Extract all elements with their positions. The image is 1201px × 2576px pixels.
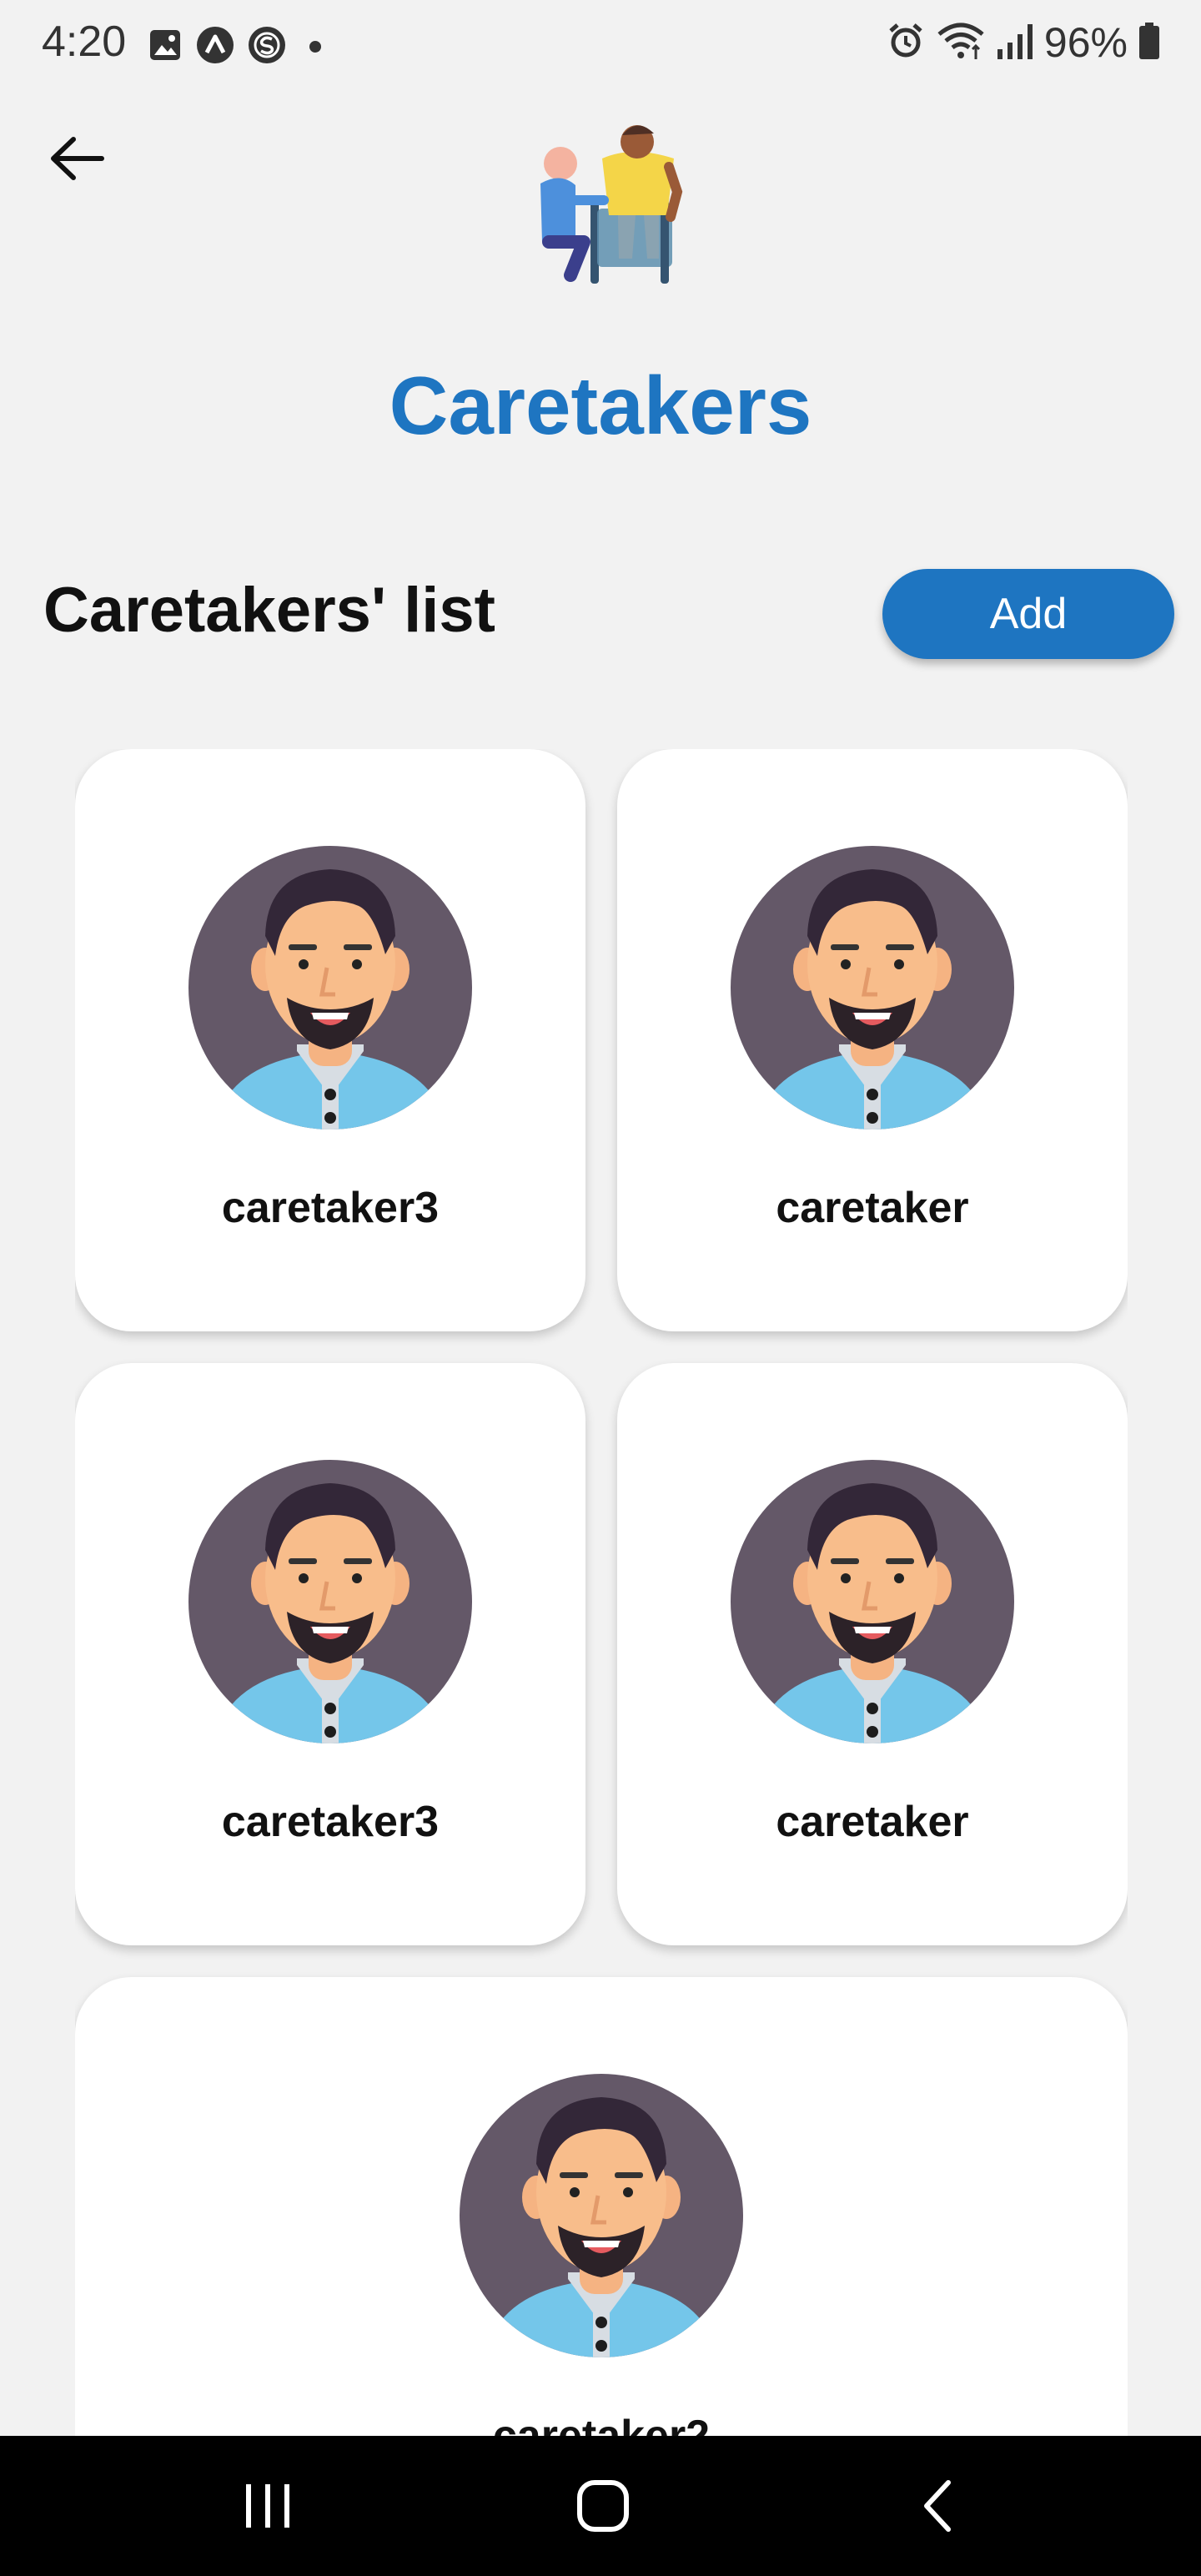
caretaker-card[interactable]: caretaker <box>617 1363 1128 1945</box>
avatar <box>731 1460 1014 1743</box>
avatar <box>188 1460 472 1743</box>
battery-percent: 96% <box>1043 19 1128 66</box>
caretaker-card[interactable]: caretaker3 <box>75 749 585 1331</box>
recents-icon <box>246 2484 289 2528</box>
status-time: 4:20 <box>42 18 127 66</box>
home-button[interactable] <box>570 2473 636 2539</box>
caretaker-name: caretaker2 <box>492 2412 711 2436</box>
home-icon <box>577 2480 629 2532</box>
caretaker-name: caretaker3 <box>221 1184 440 1232</box>
add-button[interactable]: Add <box>882 569 1174 659</box>
caretaker-name: caretaker <box>776 1184 969 1232</box>
back-button[interactable] <box>43 125 110 192</box>
recents-button[interactable] <box>234 2473 301 2539</box>
s-icon <box>247 25 287 69</box>
nav-back-button[interactable] <box>907 2473 973 2539</box>
avatar <box>460 2074 743 2357</box>
caretaker-name: caretaker3 <box>221 1798 440 1846</box>
caretaker-card[interactable]: caretaker2 <box>75 1977 1128 2436</box>
alarm-icon <box>886 21 926 65</box>
status-left-icons <box>147 25 332 69</box>
nav-bar <box>0 2436 1201 2576</box>
battery-icon <box>1138 21 1161 65</box>
section-title: Caretakers' list <box>43 575 495 646</box>
back-icon <box>924 2480 951 2532</box>
status-bar: 4:20 96% <box>0 0 1201 90</box>
avatar <box>188 846 472 1130</box>
caretaker-name: caretaker <box>776 1798 969 1846</box>
dot-icon <box>299 27 332 68</box>
signal-icon <box>996 21 1034 65</box>
caretaker-card[interactable]: caretaker <box>617 749 1128 1331</box>
avatar <box>731 846 1014 1130</box>
caretaker-grid: caretaker3 caretaker caretaker3 caretake… <box>75 749 1128 2436</box>
page-title: Caretakers <box>389 360 812 451</box>
arrow-left-icon <box>51 137 104 180</box>
caretaker-card[interactable]: caretaker3 <box>75 1363 585 1945</box>
gallery-icon <box>147 27 183 68</box>
wifi-icon <box>936 21 986 65</box>
app-icon <box>195 25 235 69</box>
status-right: 96% <box>886 18 1161 67</box>
caretaker-illustration <box>510 117 694 292</box>
